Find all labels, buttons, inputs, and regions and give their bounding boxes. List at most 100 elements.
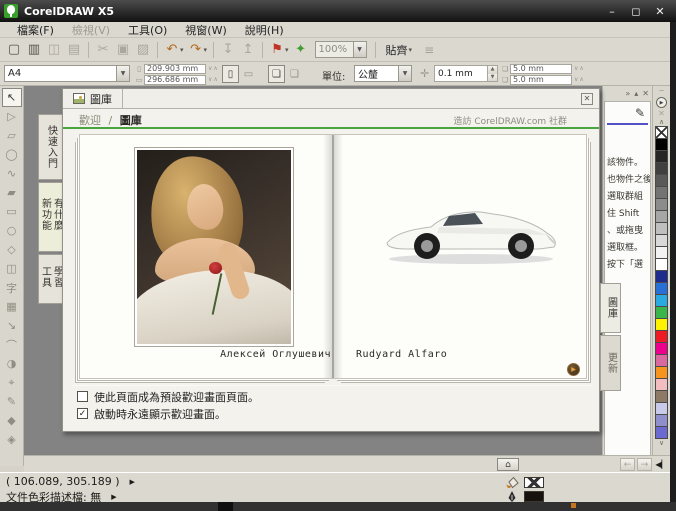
application-launcher-icon[interactable]: ⚑ — [267, 40, 287, 60]
paper-height-field[interactable]: 296.686 mm — [144, 75, 206, 85]
welcome-side-tab-label: 有什麼新功能 — [39, 198, 63, 236]
divider — [71, 385, 593, 386]
tab-gallery[interactable]: 圖庫 — [63, 89, 123, 108]
chevron-down-icon[interactable]: ▾ — [285, 46, 289, 54]
hint-line: 選取群組 — [607, 189, 648, 206]
basic-shapes-tool[interactable]: ◫ — [2, 259, 22, 278]
spinner-arrows-icon[interactable]: ▲▼ — [487, 66, 497, 81]
menu-item[interactable]: 說明(H) — [236, 21, 293, 39]
rose-shape — [209, 262, 222, 274]
outline-color-swatch[interactable] — [524, 491, 544, 502]
connector-tool[interactable]: ⌒ — [2, 335, 22, 354]
breadcrumb-welcome-link[interactable]: 歡迎 — [79, 114, 101, 127]
new-document-icon[interactable]: ▢ — [4, 40, 24, 60]
landscape-button[interactable]: ▭ — [240, 65, 257, 83]
expand-arrow-icon[interactable]: ▶ — [111, 493, 116, 501]
welcome-close-button[interactable]: ✕ — [581, 93, 593, 105]
redo-icon[interactable]: ↷ — [186, 40, 206, 60]
zoom-tool[interactable]: ◯ — [2, 145, 22, 164]
outline-pen-tool[interactable]: ✎ — [2, 392, 22, 411]
welcome-side-tab[interactable]: 有什麼新功能 — [38, 182, 62, 252]
menu-item[interactable]: 檔案(F) — [8, 21, 63, 39]
spinner-arrows-icon[interactable]: ∨∧ — [206, 76, 219, 83]
docker-titlebar: » ▴ ✕ — [603, 86, 652, 100]
tab-gallery-side[interactable]: 圖庫 — [600, 283, 621, 333]
rectangle-tool[interactable]: ▭ — [2, 202, 22, 221]
smart-fill-tool[interactable]: ▰ — [2, 183, 22, 202]
menu-item[interactable]: 視窗(W) — [176, 21, 235, 39]
dimension-tool[interactable]: ↘ — [2, 316, 22, 335]
forward-arrow-button: → — [637, 458, 652, 471]
units-combo[interactable]: 公釐 ▼ — [354, 65, 412, 82]
pick-tool[interactable]: ↖ — [2, 88, 22, 107]
paper-width-field[interactable]: 209.903 mm — [144, 64, 206, 74]
default-page-checkbox[interactable] — [77, 391, 88, 402]
portrait-button[interactable]: ▯ — [222, 65, 239, 83]
snap-to-button[interactable]: 貼齊 ▾ — [386, 42, 415, 58]
toolbar-separator — [88, 42, 89, 58]
palette-drag-handle[interactable]: ┈ — [659, 87, 663, 96]
expand-arrow-icon[interactable]: ▶ — [130, 478, 135, 486]
save-icon: ◫ — [44, 40, 64, 60]
fill-color-swatch[interactable] — [524, 477, 544, 488]
duplicate-y-field[interactable]: 5.0 mm — [510, 75, 572, 85]
menu-item[interactable]: 工具(O) — [119, 21, 176, 39]
fill-tool[interactable]: ◆ — [2, 411, 22, 430]
page-size-value: A4 — [8, 68, 21, 79]
facing-pages-button[interactable]: ❏ — [286, 65, 303, 83]
cut-icon: ✂ — [93, 40, 113, 60]
import-icon: ↧ — [218, 40, 238, 60]
text-tool[interactable]: 字 — [2, 278, 22, 297]
spinner-arrows-icon[interactable]: ∨∧ — [572, 65, 585, 72]
undo-icon[interactable]: ↶ — [162, 40, 182, 60]
palette-scroll-down[interactable]: ∨ — [659, 439, 664, 448]
duplicate-x-field[interactable]: 5.0 mm — [510, 64, 572, 74]
show-at-startup-option[interactable]: ✓ 啟動時永遠顯示歡迎畫面。 — [77, 406, 226, 421]
welcome-side-tab[interactable]: 學習工具 — [38, 254, 62, 304]
docker-divider — [607, 123, 648, 125]
export-icon: ↥ — [238, 40, 258, 60]
docker-body: ✎ 該物件。也物件之後選取群組住 Shift、或拖曳選取框。按下「選 — [604, 101, 651, 458]
open-icon[interactable]: ▥ — [24, 40, 44, 60]
page-size-combo[interactable]: A4 ▼ — [4, 65, 130, 82]
restore-button[interactable]: ◻ — [626, 3, 646, 19]
chevron-down-icon[interactable]: ▾ — [204, 46, 208, 54]
eyedropper-tool[interactable]: ⌖ — [2, 373, 22, 392]
color-swatch[interactable] — [655, 426, 668, 439]
welcome-side-tab[interactable]: 快速入門 — [38, 114, 62, 180]
crop-tool[interactable]: ▱ — [2, 126, 22, 145]
interactive-fill-tool[interactable]: ◈ — [2, 430, 22, 449]
blend-tool[interactable]: ◑ — [2, 354, 22, 373]
menu-item: 檢視(V) — [63, 21, 119, 39]
home-button[interactable]: ⌂ — [497, 458, 519, 471]
docker-collapse-icon[interactable]: » — [625, 89, 630, 98]
all-pages-button[interactable]: ❏ — [268, 65, 285, 83]
spinner-arrows-icon[interactable]: ∨∧ — [572, 76, 585, 83]
tab-updates-side[interactable]: 更新 — [600, 335, 621, 391]
default-page-option[interactable]: 使此頁面成為預設歡迎畫面頁面。 — [77, 389, 259, 404]
hint-line: 住 Shift — [607, 206, 648, 223]
right-artist-caption: Rudyard Alfaro — [356, 349, 447, 360]
ellipse-tool[interactable]: ○ — [2, 221, 22, 240]
polygon-tool[interactable]: ◇ — [2, 240, 22, 259]
shape-tool[interactable]: ▷ — [2, 107, 22, 126]
chevron-down-icon[interactable]: ▾ — [180, 46, 184, 54]
menu-bar: 檔案(F)檢視(V)工具(O)視窗(W)說明(H) — [0, 22, 676, 38]
table-tool[interactable]: ▦ — [2, 297, 22, 316]
nudge-offset-field[interactable]: 0.1 mm ▲▼ — [434, 65, 498, 82]
hint-text: 該物件。也物件之後選取群組住 Shift、或拖曳選取框。按下「選 — [607, 155, 648, 274]
freehand-tool[interactable]: ∿ — [2, 164, 22, 183]
docker-close-icon[interactable]: ✕ — [642, 89, 649, 98]
show-at-startup-checkbox[interactable]: ✓ — [77, 408, 88, 419]
welcome-screen-icon[interactable]: ✦ — [291, 40, 311, 60]
spinner-arrows-icon[interactable]: ∨∧ — [206, 65, 219, 72]
community-link[interactable]: 造訪 CorelDRAW.com 社群 — [454, 114, 568, 127]
hints-book-icon: ✎ — [607, 104, 648, 120]
next-page-button[interactable]: ▶ — [567, 363, 580, 376]
minimize-button[interactable]: – — [602, 3, 622, 19]
docker-pin-icon[interactable]: ▴ — [634, 89, 638, 98]
palette-flyout-icon[interactable]: ▶ — [656, 97, 667, 108]
scroll-left-icon[interactable]: ◀▏ — [655, 458, 668, 471]
welcome-left-tabs: 快速入門有什麼新功能學習工具 — [38, 114, 62, 306]
close-button[interactable]: ✕ — [650, 3, 670, 19]
